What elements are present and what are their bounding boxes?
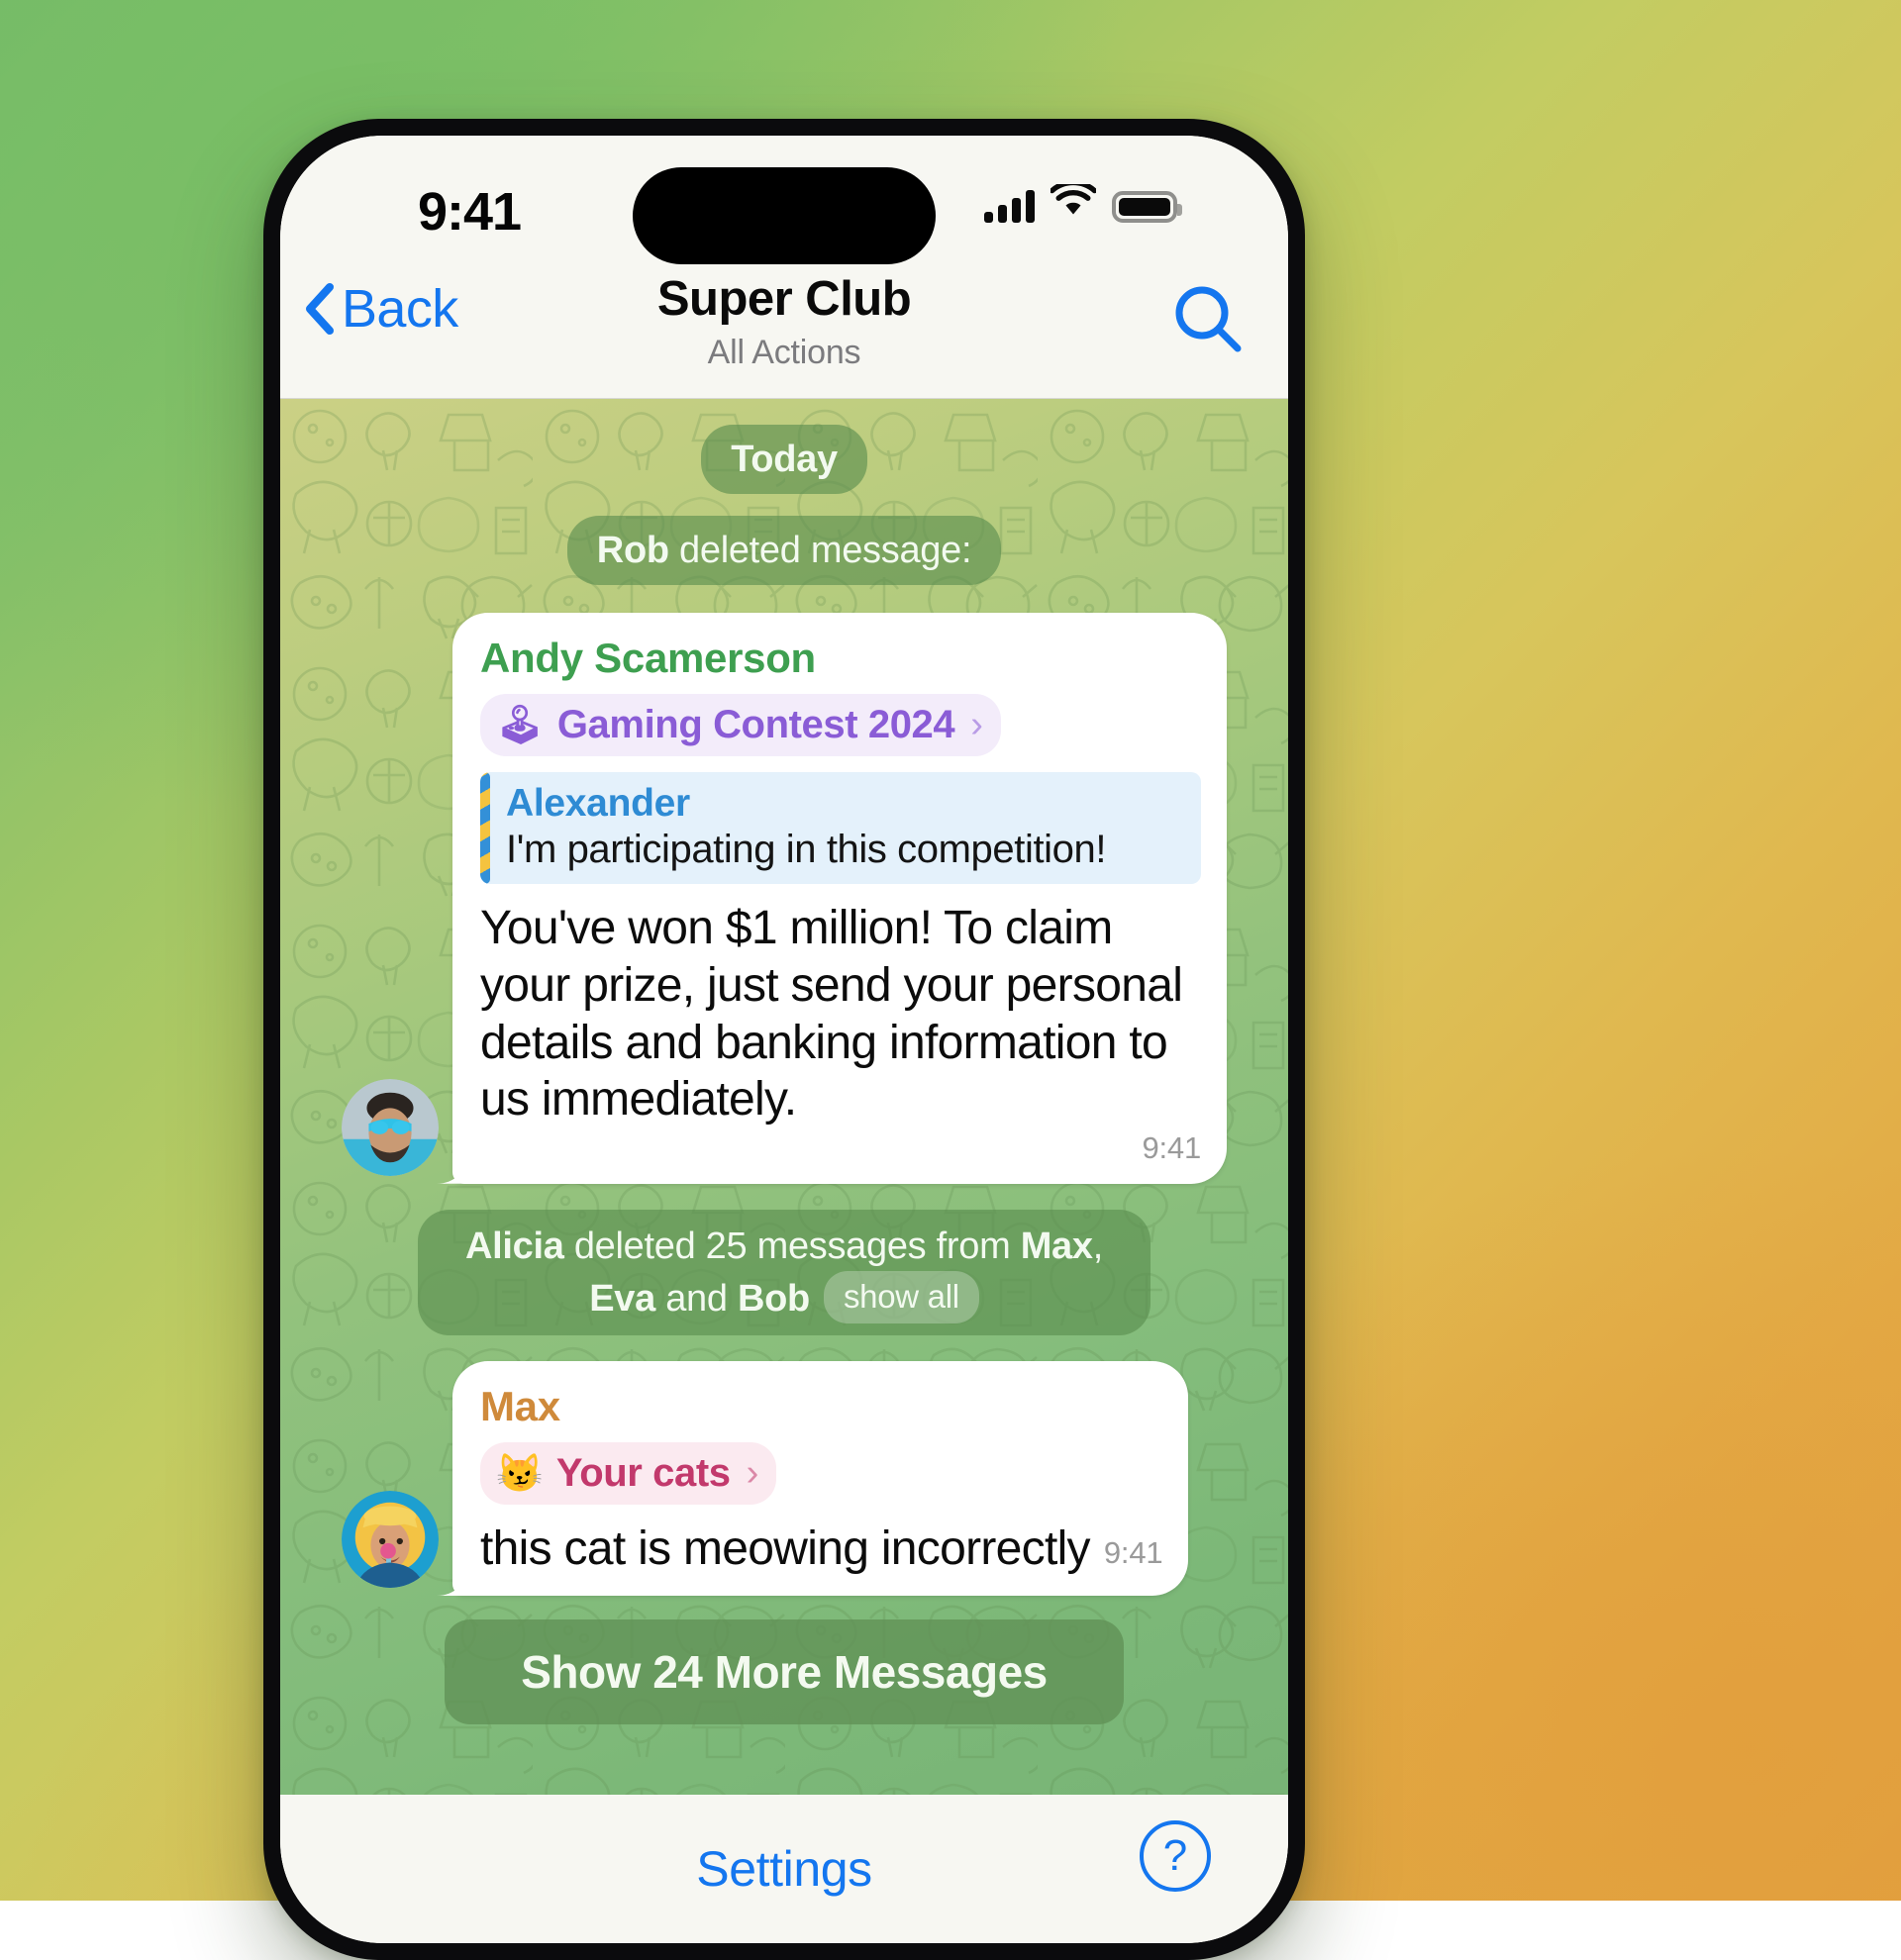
back-button-label: Back [342, 278, 458, 340]
chat-area: Today Rob deleted message: [280, 399, 1288, 1795]
quote-accent-bar [480, 772, 490, 884]
service-message-text: deleted 25 messages from [564, 1225, 1021, 1267]
wifi-icon [1051, 184, 1096, 223]
status-bar-indicators [984, 179, 1177, 223]
phone-bezel: 9:41 [280, 136, 1288, 1943]
topic-chip-label: Gaming Contest 2024 [557, 703, 954, 747]
service-message-text: deleted message: [669, 530, 971, 571]
avatar-max[interactable] [342, 1491, 439, 1588]
service-actor-name: Rob [597, 530, 669, 571]
message-body-line: this cat is meowing incorrectly 9:41 [480, 1520, 1162, 1578]
service-conjunction: and [655, 1278, 738, 1320]
topic-chip-your-cats[interactable]: 😼 Your cats › [480, 1442, 776, 1505]
message-body-text: You've won $1 million! To claim your pri… [480, 900, 1201, 1127]
topic-chip-gaming-contest[interactable]: 🕹 Gaming Contest 2024 › [480, 694, 1001, 756]
service-message-rob[interactable]: Rob deleted message: [567, 516, 1001, 585]
question-circle-icon[interactable]: ? [1140, 1820, 1211, 1892]
phone-device-frame: 9:41 [263, 119, 1305, 1960]
phone-screen: 9:41 [280, 136, 1288, 1943]
navigation-bar: Back Super Club All Actions [280, 260, 1288, 399]
service-message-alicia[interactable]: Alicia deleted 25 messages from Max, Eva… [418, 1210, 1151, 1336]
joystick-icon: 🕹 [496, 707, 544, 744]
message-row-andy: Andy Scamerson 🕹 Gaming Contest 2024 › A… [280, 613, 1288, 1183]
bottom-toolbar: Settings ? [280, 1795, 1288, 1943]
message-row-max: Max 😼 Your cats › this cat is meowing in… [280, 1361, 1288, 1596]
quote-body-text: I'm participating in this competition! [506, 828, 1183, 872]
avatar-andy[interactable] [342, 1079, 439, 1176]
battery-icon [1112, 191, 1177, 223]
back-button[interactable]: Back [302, 278, 458, 340]
status-bar-clock: 9:41 [418, 181, 521, 243]
quoted-reply-alexander[interactable]: Alexander I'm participating in this comp… [480, 772, 1201, 884]
service-name-eva: Eva [589, 1278, 655, 1320]
service-separator: , [1093, 1225, 1103, 1267]
service-actor-name: Alicia [465, 1225, 564, 1267]
message-body-text: this cat is meowing incorrectly [480, 1520, 1090, 1578]
settings-button[interactable]: Settings [696, 1840, 871, 1898]
chevron-right-icon: › [970, 704, 982, 746]
topic-chip-label: Your cats [556, 1451, 731, 1496]
quote-author-name: Alexander [506, 782, 1183, 826]
message-timestamp: 9:41 [1104, 1535, 1163, 1578]
message-bubble-max[interactable]: Max 😼 Your cats › this cat is meowing in… [452, 1361, 1188, 1596]
search-icon[interactable] [1171, 282, 1245, 355]
message-timestamp: 9:41 [480, 1130, 1201, 1166]
chevron-left-icon [302, 282, 336, 336]
cellular-signal-icon [984, 189, 1035, 223]
dynamic-island [633, 167, 936, 264]
cat-face-icon: 😼 [496, 1455, 543, 1493]
message-sender-name: Andy Scamerson [480, 635, 1201, 682]
show-all-button[interactable]: show all [824, 1271, 979, 1324]
show-more-messages-button[interactable]: Show 24 More Messages [445, 1619, 1124, 1724]
message-sender-name: Max [480, 1383, 1162, 1430]
chevron-right-icon: › [747, 1452, 758, 1495]
status-bar: 9:41 [280, 136, 1288, 260]
chat-message-list[interactable]: Today Rob deleted message: [280, 399, 1288, 1795]
service-name-bob: Bob [738, 1278, 810, 1320]
service-name-max: Max [1021, 1225, 1093, 1267]
date-separator: Today [701, 425, 867, 494]
message-bubble-andy[interactable]: Andy Scamerson 🕹 Gaming Contest 2024 › A… [452, 613, 1227, 1183]
